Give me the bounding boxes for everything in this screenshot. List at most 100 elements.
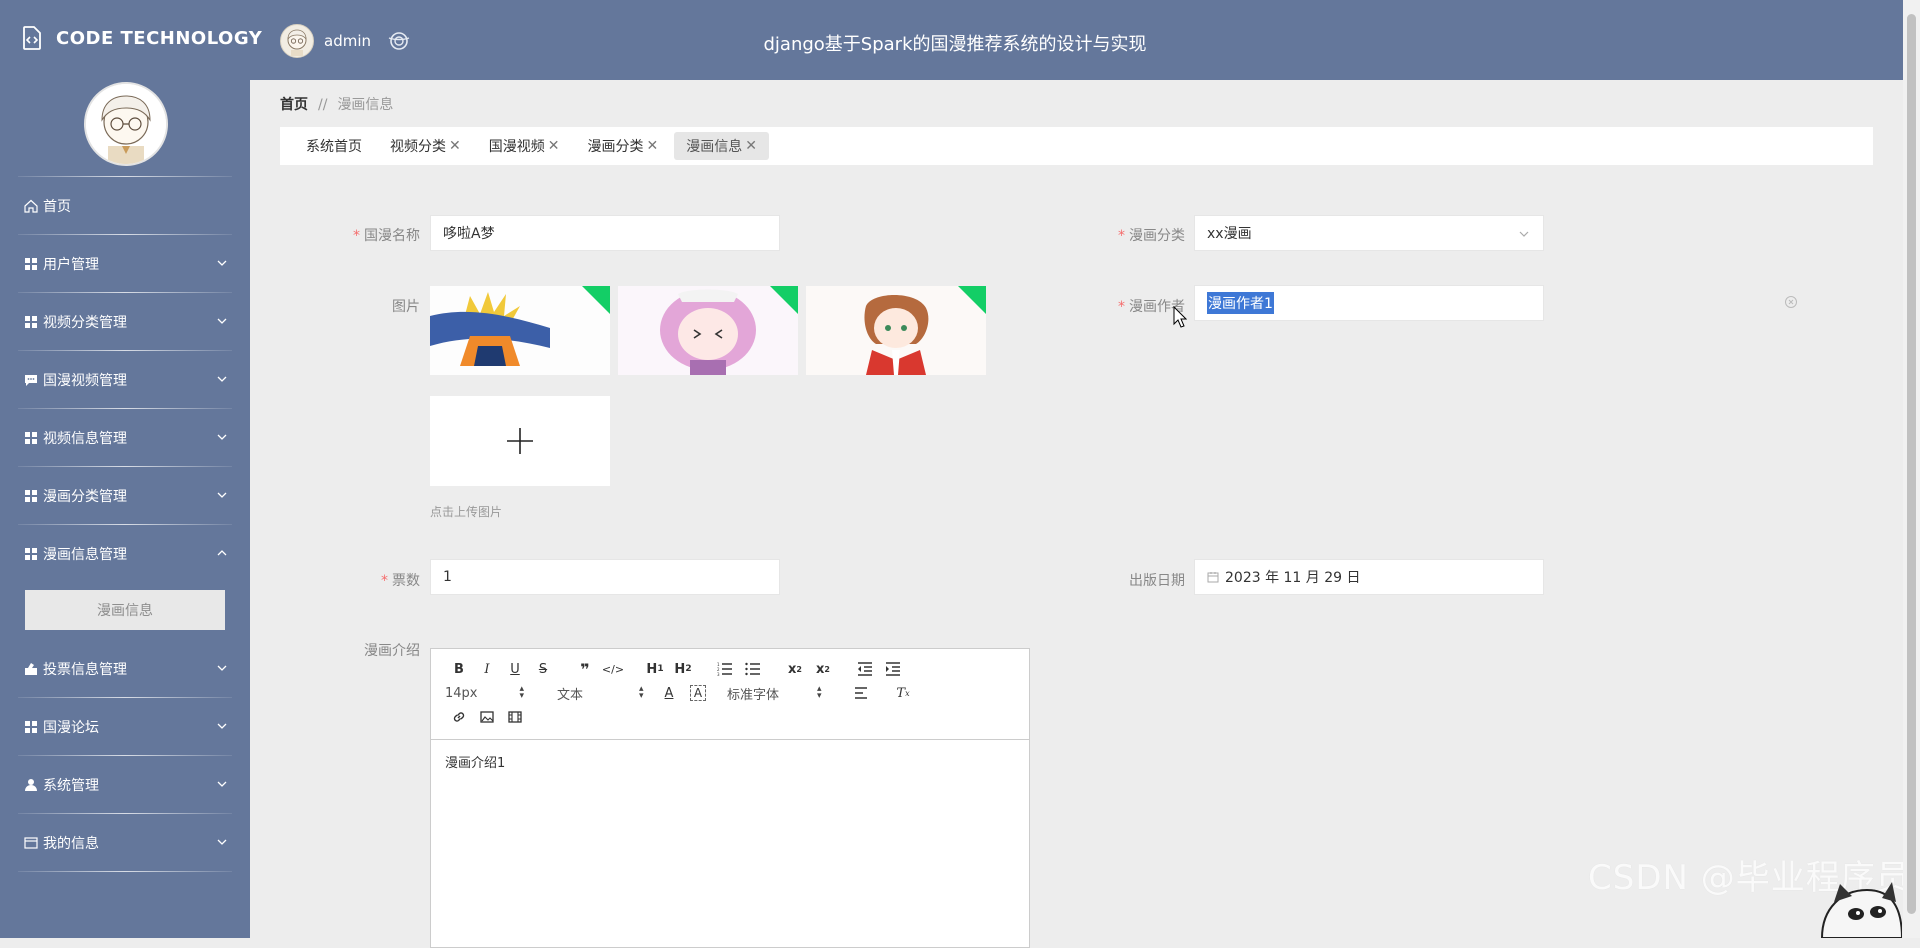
tab-comic-category[interactable]: 漫画分类 ✕ xyxy=(575,132,670,160)
tab-label: 漫画信息 xyxy=(686,139,743,155)
sidebar-item-video-category[interactable]: 视频分类管理 xyxy=(0,293,250,350)
home-icon xyxy=(24,199,38,213)
clear-format-icon[interactable]: Tx xyxy=(889,683,917,703)
subscript-icon[interactable]: x2 xyxy=(781,659,809,679)
top-header: CODE TECHNOLOGY admin django基于Spark的国漫推荐… xyxy=(0,0,1920,80)
sidebar-item-home[interactable]: 首页 xyxy=(0,177,250,234)
scrollbar-thumb[interactable] xyxy=(1907,14,1916,914)
sidebar-item-system[interactable]: 系统管理 xyxy=(0,756,250,813)
indent-icon[interactable] xyxy=(879,659,907,679)
author-label: * 漫画作者 xyxy=(1118,299,1185,315)
underline-icon[interactable]: U xyxy=(501,659,529,679)
chevron-down-icon xyxy=(217,376,227,382)
image-thumb-1[interactable] xyxy=(430,286,610,375)
chevron-down-icon xyxy=(217,492,227,498)
clear-icon[interactable] xyxy=(1784,295,1798,309)
breadcrumb-current: 漫画信息 xyxy=(337,97,394,113)
chevron-down-icon xyxy=(217,665,227,671)
tab-video-category[interactable]: 视频分类 ✕ xyxy=(378,132,473,160)
background-color-icon[interactable]: A xyxy=(690,685,706,701)
font-size-select[interactable]: 14px ▴ ▾ xyxy=(445,685,557,701)
image-thumb-2[interactable] xyxy=(618,286,798,375)
breadcrumb-home[interactable]: 首页 xyxy=(280,97,308,113)
scrollbar[interactable] xyxy=(1903,0,1920,938)
strikethrough-icon[interactable]: S xyxy=(529,659,557,679)
chevron-down-icon xyxy=(217,723,227,729)
tab-comic-info[interactable]: 漫画信息 ✕ xyxy=(674,132,769,160)
upload-success-badge xyxy=(770,286,798,314)
intro-label: 漫画介绍 xyxy=(364,643,420,659)
sidebar-item-label: 首页 xyxy=(43,198,71,215)
grid-icon xyxy=(25,720,37,733)
category-label: * 漫画分类 xyxy=(1118,228,1185,244)
date-label: 出版日期 xyxy=(1129,573,1185,589)
align-left-icon[interactable] xyxy=(847,683,875,703)
sidebar-subitem-comic-info[interactable]: 漫画信息 xyxy=(25,590,225,630)
italic-icon[interactable]: I xyxy=(473,659,501,679)
editor-content[interactable]: 漫画介绍1 xyxy=(431,740,1029,783)
blockquote-icon[interactable]: ❞ xyxy=(571,659,599,679)
tab-system-home[interactable]: 系统首页 xyxy=(294,132,374,160)
bullet-list-icon[interactable] xyxy=(739,659,767,679)
close-icon[interactable]: ✕ xyxy=(449,138,461,154)
tab-bar: 系统首页 视频分类 ✕ 国漫视频 ✕ 漫画分类 ✕ 漫画信息 ✕ xyxy=(280,127,1873,165)
chevron-up-icon xyxy=(217,550,227,556)
category-select[interactable]: xx漫画 xyxy=(1194,215,1544,251)
ordered-list-icon[interactable]: 123 xyxy=(711,659,739,679)
calendar-icon xyxy=(1207,572,1219,583)
superscript-icon[interactable]: x2 xyxy=(809,659,837,679)
author-input[interactable]: 漫画作者1 xyxy=(1194,285,1544,321)
votes-input[interactable]: 1 xyxy=(430,559,780,595)
chat-icon xyxy=(25,374,37,386)
image-icon[interactable] xyxy=(473,707,501,727)
sidebar-item-forum[interactable]: 国漫论坛 xyxy=(0,698,250,755)
heading-1-icon[interactable]: H1 xyxy=(641,659,669,679)
name-input[interactable]: 哆啦A梦 xyxy=(430,215,780,251)
sidebar-item-label: 我的信息 xyxy=(43,835,99,852)
date-picker[interactable]: 2023 年 11 月 29 日 xyxy=(1194,559,1544,595)
sidebar-item-label: 国漫视频管理 xyxy=(43,372,127,389)
paragraph-select[interactable]: 文本 ▴ ▾ xyxy=(557,684,655,703)
chevron-down-icon xyxy=(217,260,227,266)
close-icon[interactable]: ✕ xyxy=(548,138,560,154)
sidebar-item-label: 系统管理 xyxy=(43,777,99,794)
font-family-value: 标准字体 xyxy=(727,687,780,703)
bold-icon[interactable]: B xyxy=(445,659,473,679)
grid-icon xyxy=(25,547,37,560)
grid-icon xyxy=(25,315,37,328)
upload-success-badge xyxy=(958,286,986,314)
sidebar-item-user-management[interactable]: 用户管理 xyxy=(0,235,250,292)
vote-icon xyxy=(25,662,37,675)
image-thumb-3[interactable] xyxy=(806,286,986,375)
card-icon xyxy=(24,836,38,849)
close-icon[interactable]: ✕ xyxy=(745,138,757,154)
sidebar-item-my-info[interactable]: 我的信息 xyxy=(0,814,250,871)
sidebar-item-label: 国漫论坛 xyxy=(43,719,99,736)
sidebar-item-comic-info[interactable]: 漫画信息管理 xyxy=(0,525,250,582)
link-icon[interactable] xyxy=(445,707,473,727)
close-icon[interactable]: ✕ xyxy=(646,138,658,154)
user-icon xyxy=(25,778,37,791)
video-icon[interactable] xyxy=(501,707,529,727)
date-value: 2023 年 11 月 29 日 xyxy=(1225,570,1361,586)
avatar-illustration-icon xyxy=(86,84,166,164)
rich-text-editor[interactable]: B I U S ❞ </> H1 H2 123 x2 x2 14px ▴ ▾ 文… xyxy=(430,648,1030,948)
sidebar-item-video-info[interactable]: 视频信息管理 xyxy=(0,409,250,466)
name-value: 哆啦A梦 xyxy=(443,226,495,242)
tab-anime-video[interactable]: 国漫视频 ✕ xyxy=(477,132,572,160)
image-upload-button[interactable] xyxy=(430,396,610,486)
editor-toolbar: B I U S ❞ </> H1 H2 123 x2 x2 14px ▴ ▾ 文… xyxy=(431,649,1029,740)
chevron-down-icon xyxy=(217,318,227,324)
sidebar-item-label: 用户管理 xyxy=(43,256,99,273)
heading-2-icon[interactable]: H2 xyxy=(669,659,697,679)
font-color-icon[interactable]: A xyxy=(655,683,683,703)
font-size-value: 14px xyxy=(445,685,478,701)
sidebar-item-comic-category[interactable]: 漫画分类管理 xyxy=(0,467,250,524)
sidebar-item-anime-video[interactable]: 国漫视频管理 xyxy=(0,351,250,408)
outdent-icon[interactable] xyxy=(851,659,879,679)
code-block-icon[interactable]: </> xyxy=(599,659,627,679)
sidebar-item-vote-info[interactable]: 投票信息管理 xyxy=(0,640,250,697)
chevron-down-icon xyxy=(1519,231,1529,237)
sidebar-item-label: 视频信息管理 xyxy=(43,430,127,447)
font-family-select[interactable]: 标准字体 ▴ ▾ xyxy=(727,684,847,703)
